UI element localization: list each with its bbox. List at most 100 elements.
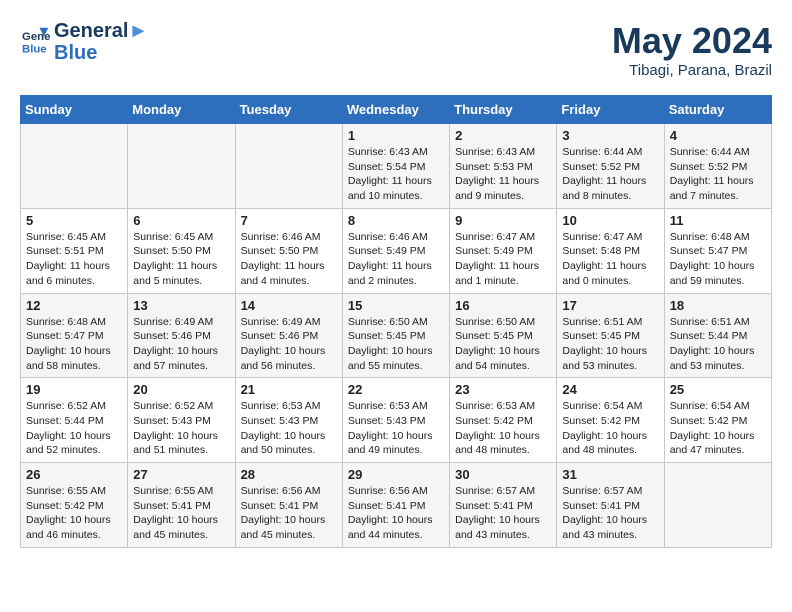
calendar-cell: 23 Sunrise: 6:53 AM Sunset: 5:42 PM Dayli… — [450, 378, 557, 463]
calendar-cell: 10 Sunrise: 6:47 AM Sunset: 5:48 PM Dayli… — [557, 208, 664, 293]
day-info: Sunrise: 6:55 AM Sunset: 5:42 PM Dayligh… — [26, 484, 122, 543]
day-number: 25 — [670, 382, 766, 397]
calendar-week-row: 5 Sunrise: 6:45 AM Sunset: 5:51 PM Daylig… — [21, 208, 772, 293]
day-info: Sunrise: 6:51 AM Sunset: 5:44 PM Dayligh… — [670, 315, 766, 374]
day-info: Sunrise: 6:44 AM Sunset: 5:52 PM Dayligh… — [670, 145, 766, 204]
calendar-cell: 21Sunrise: 6:53 AM Sunset: 5:43 PM Dayli… — [235, 378, 342, 463]
day-number: 8 — [348, 213, 444, 228]
day-info: Sunrise: 6:47 AM Sunset: 5:48 PM Dayligh… — [562, 230, 658, 289]
day-info: Sunrise: 6:43 AM Sunset: 5:53 PM Dayligh… — [455, 145, 551, 204]
day-number: 5 — [26, 213, 122, 228]
calendar-cell: 30 Sunrise: 6:57 AM Sunset: 5:41 PM Dayli… — [450, 463, 557, 548]
calendar-cell: 22Sunrise: 6:53 AM Sunset: 5:43 PM Dayli… — [342, 378, 449, 463]
logo-icon: General Blue — [22, 26, 50, 54]
day-number: 31 — [562, 467, 658, 482]
calendar-cell: 4 Sunrise: 6:44 AM Sunset: 5:52 PM Daylig… — [664, 124, 771, 209]
day-info: Sunrise: 6:54 AM Sunset: 5:42 PM Dayligh… — [562, 399, 658, 458]
calendar-cell: 17Sunrise: 6:51 AM Sunset: 5:45 PM Dayli… — [557, 293, 664, 378]
calendar-cell: 14Sunrise: 6:49 AM Sunset: 5:46 PM Dayli… — [235, 293, 342, 378]
calendar-cell: 12Sunrise: 6:48 AM Sunset: 5:47 PM Dayli… — [21, 293, 128, 378]
calendar-cell: 25Sunrise: 6:54 AM Sunset: 5:42 PM Dayli… — [664, 378, 771, 463]
calendar-cell — [21, 124, 128, 209]
day-number: 27 — [133, 467, 229, 482]
day-number: 1 — [348, 128, 444, 143]
calendar-cell: 18 Sunrise: 6:51 AM Sunset: 5:44 PM Dayli… — [664, 293, 771, 378]
calendar-cell: 28 Sunrise: 6:56 AM Sunset: 5:41 PM Dayli… — [235, 463, 342, 548]
day-info: Sunrise: 6:53 AM Sunset: 5:42 PM Dayligh… — [455, 399, 551, 458]
calendar-week-row: 1 Sunrise: 6:43 AM Sunset: 5:54 PM Daylig… — [21, 124, 772, 209]
weekday-header-friday: Friday — [557, 96, 664, 124]
day-number: 10 — [562, 213, 658, 228]
calendar-cell: 29Sunrise: 6:56 AM Sunset: 5:41 PM Dayli… — [342, 463, 449, 548]
weekday-header-wednesday: Wednesday — [342, 96, 449, 124]
day-info: Sunrise: 6:44 AM Sunset: 5:52 PM Dayligh… — [562, 145, 658, 204]
weekday-header-sunday: Sunday — [21, 96, 128, 124]
weekday-header-tuesday: Tuesday — [235, 96, 342, 124]
calendar-cell: 24 Sunrise: 6:54 AM Sunset: 5:42 PM Dayli… — [557, 378, 664, 463]
day-number: 12 — [26, 298, 122, 313]
calendar-cell: 1 Sunrise: 6:43 AM Sunset: 5:54 PM Daylig… — [342, 124, 449, 209]
calendar-cell: 16 Sunrise: 6:50 AM Sunset: 5:45 PM Dayli… — [450, 293, 557, 378]
day-number: 20 — [133, 382, 229, 397]
day-number: 21 — [241, 382, 337, 397]
day-info: Sunrise: 6:45 AM Sunset: 5:51 PM Dayligh… — [26, 230, 122, 289]
calendar-cell: 3 Sunrise: 6:44 AM Sunset: 5:52 PM Daylig… — [557, 124, 664, 209]
day-number: 18 — [670, 298, 766, 313]
day-info: Sunrise: 6:55 AM Sunset: 5:41 PM Dayligh… — [133, 484, 229, 543]
calendar-cell: 13 Sunrise: 6:49 AM Sunset: 5:46 PM Dayli… — [128, 293, 235, 378]
day-info: Sunrise: 6:57 AM Sunset: 5:41 PM Dayligh… — [562, 484, 658, 543]
calendar-cell — [235, 124, 342, 209]
day-info: Sunrise: 6:53 AM Sunset: 5:43 PM Dayligh… — [348, 399, 444, 458]
location: Tibagi, Parana, Brazil — [612, 62, 772, 79]
calendar-cell: 26 Sunrise: 6:55 AM Sunset: 5:42 PM Dayli… — [21, 463, 128, 548]
calendar-cell: 11Sunrise: 6:48 AM Sunset: 5:47 PM Dayli… — [664, 208, 771, 293]
calendar-cell: 19Sunrise: 6:52 AM Sunset: 5:44 PM Dayli… — [21, 378, 128, 463]
calendar-cell: 6Sunrise: 6:45 AM Sunset: 5:50 PM Daylig… — [128, 208, 235, 293]
calendar-cell — [664, 463, 771, 548]
day-info: Sunrise: 6:56 AM Sunset: 5:41 PM Dayligh… — [348, 484, 444, 543]
day-number: 11 — [670, 213, 766, 228]
calendar-cell: 8 Sunrise: 6:46 AM Sunset: 5:49 PM Daylig… — [342, 208, 449, 293]
day-number: 15 — [348, 298, 444, 313]
day-info: Sunrise: 6:52 AM Sunset: 5:43 PM Dayligh… — [133, 399, 229, 458]
day-info: Sunrise: 6:57 AM Sunset: 5:41 PM Dayligh… — [455, 484, 551, 543]
svg-text:General: General — [22, 31, 50, 43]
weekday-header-saturday: Saturday — [664, 96, 771, 124]
weekday-header-thursday: Thursday — [450, 96, 557, 124]
calendar-week-row: 19Sunrise: 6:52 AM Sunset: 5:44 PM Dayli… — [21, 378, 772, 463]
day-number: 24 — [562, 382, 658, 397]
calendar-cell: 9Sunrise: 6:47 AM Sunset: 5:49 PM Daylig… — [450, 208, 557, 293]
svg-text:Blue: Blue — [22, 43, 47, 54]
calendar-cell: 7Sunrise: 6:46 AM Sunset: 5:50 PM Daylig… — [235, 208, 342, 293]
logo-blue: Blue — [54, 42, 148, 64]
weekday-header-monday: Monday — [128, 96, 235, 124]
day-info: Sunrise: 6:46 AM Sunset: 5:49 PM Dayligh… — [348, 230, 444, 289]
calendar-table: SundayMondayTuesdayWednesdayThursdayFrid… — [20, 95, 772, 548]
day-info: Sunrise: 6:46 AM Sunset: 5:50 PM Dayligh… — [241, 230, 337, 289]
day-info: Sunrise: 6:50 AM Sunset: 5:45 PM Dayligh… — [455, 315, 551, 374]
weekday-header-row: SundayMondayTuesdayWednesdayThursdayFrid… — [21, 96, 772, 124]
day-info: Sunrise: 6:43 AM Sunset: 5:54 PM Dayligh… — [348, 145, 444, 204]
day-info: Sunrise: 6:45 AM Sunset: 5:50 PM Dayligh… — [133, 230, 229, 289]
page-header: General Blue General► Blue May 2024 Tiba… — [20, 20, 772, 79]
day-number: 16 — [455, 298, 551, 313]
day-number: 23 — [455, 382, 551, 397]
day-number: 14 — [241, 298, 337, 313]
day-number: 3 — [562, 128, 658, 143]
logo-general: General► — [54, 20, 148, 42]
day-number: 4 — [670, 128, 766, 143]
calendar-cell: 31 Sunrise: 6:57 AM Sunset: 5:41 PM Dayli… — [557, 463, 664, 548]
day-info: Sunrise: 6:56 AM Sunset: 5:41 PM Dayligh… — [241, 484, 337, 543]
day-info: Sunrise: 6:49 AM Sunset: 5:46 PM Dayligh… — [133, 315, 229, 374]
day-number: 28 — [241, 467, 337, 482]
day-number: 30 — [455, 467, 551, 482]
day-number: 13 — [133, 298, 229, 313]
day-info: Sunrise: 6:50 AM Sunset: 5:45 PM Dayligh… — [348, 315, 444, 374]
calendar-cell: 27 Sunrise: 6:55 AM Sunset: 5:41 PM Dayli… — [128, 463, 235, 548]
day-number: 2 — [455, 128, 551, 143]
day-info: Sunrise: 6:51 AM Sunset: 5:45 PM Dayligh… — [562, 315, 658, 374]
day-info: Sunrise: 6:47 AM Sunset: 5:49 PM Dayligh… — [455, 230, 551, 289]
calendar-cell: 20 Sunrise: 6:52 AM Sunset: 5:43 PM Dayli… — [128, 378, 235, 463]
calendar-cell: 2 Sunrise: 6:43 AM Sunset: 5:53 PM Daylig… — [450, 124, 557, 209]
day-number: 26 — [26, 467, 122, 482]
